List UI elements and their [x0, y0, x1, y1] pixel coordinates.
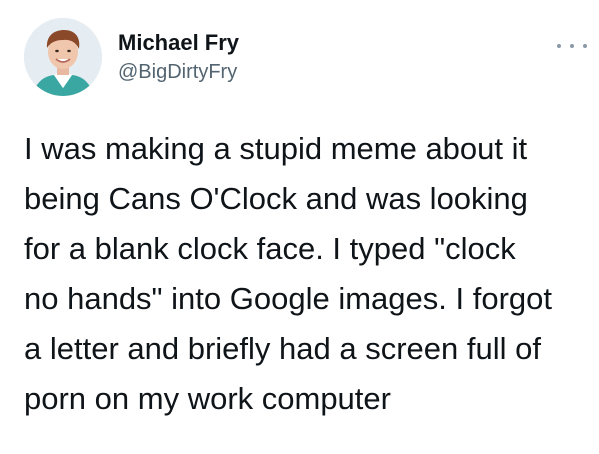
more-horizontal-icon-dot — [570, 44, 574, 48]
avatar[interactable] — [24, 18, 102, 96]
tweet-text-line: being Cans O'Clock and was looking — [24, 181, 528, 216]
more-options-button[interactable] — [557, 38, 587, 54]
tweet-text-line: no hands" into Google images. I forgot — [24, 281, 552, 316]
tweet-text: I was making a stupid meme about it bein… — [24, 124, 584, 424]
tweet-card: Michael Fry @BigDirtyFry I was making a … — [0, 0, 599, 454]
author-display-name[interactable]: Michael Fry — [118, 30, 239, 56]
tweet-text-line: for a blank clock face. I typed "clock — [24, 231, 516, 266]
tweet-text-line: I was making a stupid meme about it — [24, 131, 528, 166]
tweet-text-line: a letter and briefly had a screen full o… — [24, 331, 541, 366]
more-horizontal-icon-dot — [583, 44, 587, 48]
avatar-photo — [24, 18, 102, 96]
author-handle[interactable]: @BigDirtyFry — [118, 61, 237, 84]
tweet-text-line: porn on my work computer — [24, 381, 391, 416]
more-horizontal-icon — [557, 44, 561, 48]
